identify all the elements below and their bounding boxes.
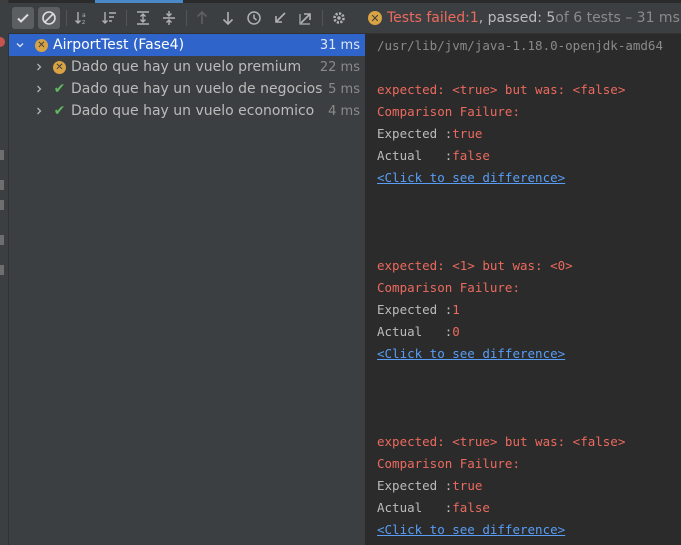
- collapse-all-button[interactable]: [158, 7, 180, 29]
- passed-label: , passed: 5: [478, 10, 556, 26]
- tree-row-time: 22 ms: [319, 59, 360, 75]
- svg-text:z: z: [82, 19, 85, 26]
- expected-line: Expected :true: [377, 478, 482, 493]
- expected-value: 1: [452, 302, 460, 317]
- settings-icon: [333, 12, 345, 24]
- gutter-mark: [0, 235, 4, 245]
- chevron-right-icon[interactable]: [33, 105, 45, 117]
- failed-label: Tests failed:: [387, 10, 470, 26]
- gutter-mark: [0, 265, 4, 275]
- failed-status-icon: ✕: [368, 11, 382, 25]
- test-history-icon: [247, 11, 261, 25]
- passed-icon: ✔: [53, 103, 66, 119]
- gutter-mark: [0, 180, 4, 190]
- actual-value: false: [452, 500, 490, 515]
- import-tests-button[interactable]: [269, 7, 291, 29]
- expected-line: Expected :1: [377, 302, 460, 317]
- svg-text:a: a: [82, 12, 86, 19]
- failure-message: expected: <true> but was: <false>: [377, 434, 626, 449]
- actual-value: false: [452, 148, 490, 163]
- failure-message: expected: <true> but was: <false>: [377, 82, 626, 97]
- export-tests-button[interactable]: [295, 7, 317, 29]
- expected-label: Expected :: [377, 302, 453, 317]
- gutter-mark: [0, 150, 4, 160]
- expand-all-button[interactable]: [132, 7, 154, 29]
- test-status-summary: ✕ Tests failed: 1 , passed: 5 of 6 tests…: [368, 10, 680, 26]
- tree-row-test[interactable]: ✔ Dado que hay un vuelo economico 4 ms: [9, 100, 365, 122]
- show-passed-icon: [17, 13, 29, 23]
- expand-all-icon: [137, 11, 149, 25]
- actual-label: Actual :: [377, 324, 453, 339]
- test-runner-toolbar: az ✕ Tests failed: 1 , passed: 5 of 6 te…: [8, 3, 681, 34]
- settings-button[interactable]: [328, 7, 350, 29]
- expected-value: true: [452, 126, 483, 141]
- show-passed-button[interactable]: [12, 7, 34, 29]
- collapse-all-icon: [163, 11, 175, 25]
- export-tests-icon: [299, 13, 311, 25]
- tree-row-time: 4 ms: [328, 103, 360, 119]
- chevron-right-icon[interactable]: [33, 61, 45, 73]
- sort-by-duration-button[interactable]: [98, 7, 120, 29]
- left-gutter: [0, 0, 9, 545]
- failure-title: Comparison Failure:: [377, 456, 520, 471]
- import-tests-icon: [275, 12, 286, 23]
- chevron-down-icon[interactable]: [14, 39, 26, 51]
- tree-row-time: 5 ms: [328, 81, 360, 97]
- failure-title: Comparison Failure:: [377, 104, 520, 119]
- actual-line: Actual :0: [377, 324, 460, 339]
- sort-alphabetically-button[interactable]: az: [71, 7, 93, 29]
- tree-row-label: AirportTest (Fase4): [53, 37, 185, 53]
- previous-failed-button[interactable]: [191, 7, 213, 29]
- chevron-right-icon[interactable]: [33, 83, 45, 95]
- test-history-button[interactable]: [243, 7, 265, 29]
- sort-by-duration-icon: [102, 12, 116, 24]
- failed-icon: ✕: [53, 60, 66, 74]
- show-ignored-button[interactable]: [38, 7, 60, 29]
- see-difference-link[interactable]: <Click to see difference>: [377, 522, 565, 537]
- actual-value: 0: [452, 324, 460, 339]
- console-output: /usr/lib/jvm/java-1.18.0-openjdk-amd64 e…: [366, 34, 681, 545]
- sort-alphabetically-icon: az: [75, 12, 86, 26]
- see-difference-link[interactable]: <Click to see difference>: [377, 346, 565, 361]
- tree-row-label: Dado que hay un vuelo premium: [71, 59, 302, 75]
- failed-count: 1: [469, 10, 479, 26]
- total-label: of 6 tests – 31 ms: [555, 10, 680, 26]
- tree-row-label: Dado que hay un vuelo economico: [71, 103, 315, 119]
- see-difference-link[interactable]: <Click to see difference>: [377, 170, 565, 185]
- console-command: /usr/lib/jvm/java-1.18.0-openjdk-amd64: [377, 38, 663, 53]
- actual-label: Actual :: [377, 148, 453, 163]
- toolbar-separator: [186, 10, 187, 26]
- actual-line: Actual :false: [377, 148, 490, 163]
- tree-row-test[interactable]: ✕ Dado que hay un vuelo premium 22 ms: [9, 56, 365, 78]
- gutter-mark: [0, 200, 4, 210]
- next-failed-icon: [222, 12, 234, 26]
- failure-title: Comparison Failure:: [377, 280, 520, 295]
- next-failed-button[interactable]: [217, 7, 239, 29]
- failed-icon: ✕: [35, 38, 48, 52]
- toolbar-separator: [126, 10, 127, 26]
- expected-label: Expected :: [377, 126, 453, 141]
- toolbar-separator: [66, 10, 67, 26]
- actual-line: Actual :false: [377, 500, 490, 515]
- error-marker: [0, 37, 5, 47]
- tree-row-root[interactable]: ✕ AirportTest (Fase4) 31 ms: [9, 34, 365, 56]
- expected-value: true: [452, 478, 483, 493]
- test-results-tree: ✕ AirportTest (Fase4) 31 ms ✕ Dado que h…: [9, 34, 365, 545]
- tree-row-time: 31 ms: [319, 37, 360, 53]
- passed-icon: ✔: [53, 81, 66, 97]
- expected-line: Expected :true: [377, 126, 482, 141]
- failure-message: expected: <1> but was: <0>: [377, 258, 573, 273]
- tree-row-test[interactable]: ✔ Dado que hay un vuelo de negocios 5 ms: [9, 78, 365, 100]
- actual-label: Actual :: [377, 500, 453, 515]
- tree-row-label: Dado que hay un vuelo de negocios: [71, 81, 323, 97]
- expected-label: Expected :: [377, 478, 453, 493]
- toolbar-separator: [322, 10, 323, 26]
- previous-failed-icon: [196, 10, 208, 24]
- show-ignored-icon: [42, 11, 56, 25]
